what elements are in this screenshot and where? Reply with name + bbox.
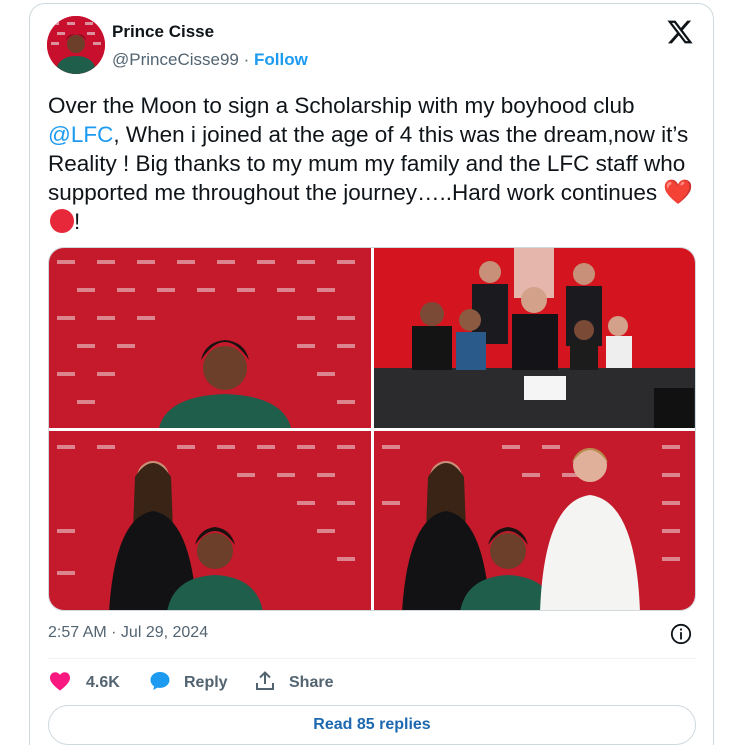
share-label: Share [289, 674, 334, 691]
avatar[interactable] [47, 16, 105, 74]
reply-label: Reply [184, 674, 228, 691]
mention-link[interactable]: @LFC [48, 122, 113, 147]
share-upload-icon [253, 669, 277, 698]
info-icon[interactable] [670, 623, 692, 645]
red-circle-emoji [50, 209, 74, 233]
photo-1[interactable] [49, 248, 371, 428]
photo-3[interactable] [49, 431, 371, 610]
x-logo-icon[interactable] [666, 18, 694, 46]
heart-icon [48, 669, 72, 698]
speech-bubble-icon [148, 669, 172, 698]
tweet-text-end: ! [74, 209, 81, 234]
share-button[interactable]: Share [253, 668, 333, 698]
handle-separator: · [243, 50, 250, 69]
reply-button[interactable]: Reply [148, 668, 228, 698]
tweet-text: Over the Moon to sign a Scholarship with… [48, 91, 698, 236]
follow-button[interactable]: Follow [254, 50, 308, 69]
photo-2[interactable] [374, 248, 695, 428]
author-display-name[interactable]: Prince Cisse [112, 22, 214, 42]
tweet-text-part1: Over the Moon to sign a Scholarship with… [48, 93, 635, 118]
tweet-timestamp[interactable]: 2:57 AM · Jul 29, 2024 [48, 624, 208, 642]
like-button[interactable]: 4.6K [48, 668, 120, 698]
photo-4[interactable] [374, 431, 695, 610]
divider [48, 658, 696, 659]
heart-emoji: ❤️ [663, 179, 694, 206]
read-replies-button[interactable]: Read 85 replies [48, 705, 696, 745]
media-grid [48, 247, 696, 611]
author-handle-row: @PrinceCisse99 · Follow [112, 50, 308, 70]
tweet-text-part2: , When i joined at the age of 4 this was… [48, 122, 689, 205]
like-count: 4.6K [86, 674, 120, 691]
author-handle[interactable]: @PrinceCisse99 [112, 50, 239, 69]
